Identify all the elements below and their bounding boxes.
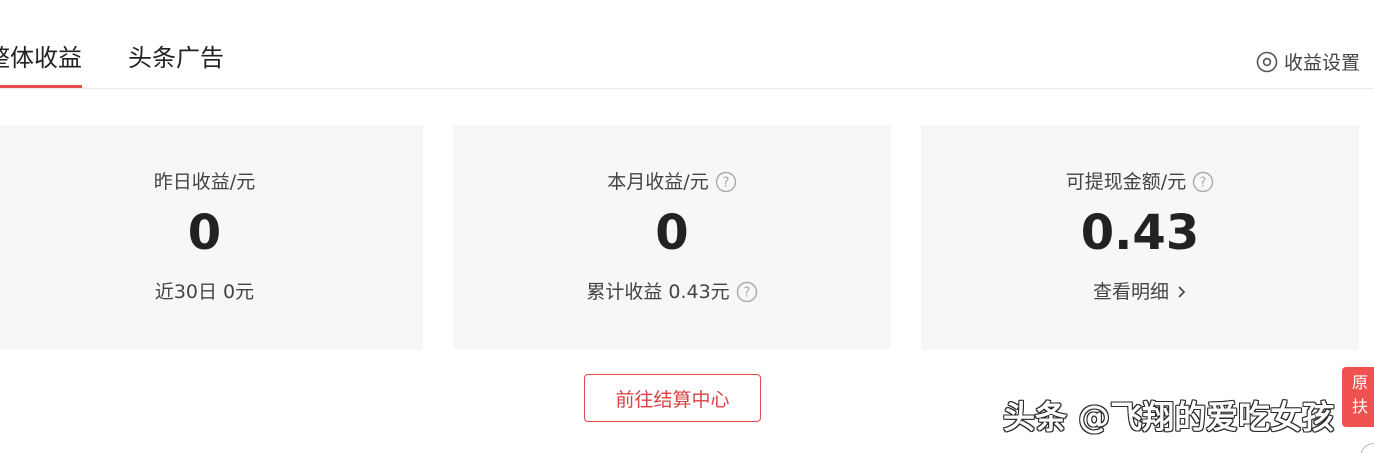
floating-side-tab-line2: 扶	[1352, 397, 1369, 416]
svg-text:?: ?	[743, 286, 750, 301]
question-circle-icon[interactable]: ?	[715, 171, 737, 193]
withdrawable-label: 可提现金额/元 ?	[921, 169, 1359, 195]
view-details-text: 查看明细	[1092, 281, 1169, 303]
month-income-label-text: 本月收益/元	[607, 171, 709, 193]
tab-bar: 整体收益 头条广告 收益设置	[0, 0, 1374, 89]
svg-text:?: ?	[722, 176, 729, 191]
go-to-settlement-button[interactable]: 前往结算中心	[584, 374, 761, 422]
svg-text:?: ?	[1200, 176, 1207, 191]
floating-side-tab-line1: 原	[1352, 373, 1369, 392]
yesterday-income-label-text: 昨日收益/元	[153, 171, 256, 193]
withdrawable-label-text: 可提现金额/元	[1065, 171, 1187, 193]
question-circle-icon[interactable]: ?	[1192, 171, 1214, 193]
tab-toutiao-ads[interactable]: 头条广告	[128, 42, 224, 74]
tab-overall-income[interactable]: 整体收益	[0, 42, 82, 88]
month-income-value: 0	[655, 205, 689, 261]
month-income-label: 本月收益/元 ?	[453, 169, 891, 195]
income-settings-label: 收益设置	[1283, 52, 1360, 74]
last-30-days-income: 近30日 0元	[0, 279, 423, 305]
withdrawable-value: 0.43	[1080, 205, 1200, 261]
income-settings-link[interactable]: 收益设置	[1256, 48, 1360, 75]
question-circle-icon[interactable]: ?	[736, 281, 758, 303]
cumulative-income: 累计收益 0.43元 ?	[453, 279, 891, 305]
floating-side-tab[interactable]: 原 扶	[1342, 367, 1374, 427]
chevron-right-icon	[1177, 284, 1187, 300]
last-30-days-income-text: 近30日 0元	[154, 281, 255, 303]
yesterday-income-value: 0	[187, 205, 222, 261]
cumulative-income-text: 累计收益 0.43元	[586, 281, 730, 303]
withdrawable-card: 可提现金额/元 ? 0.43 查看明细	[921, 125, 1359, 350]
view-details-link[interactable]: 查看明细	[921, 279, 1359, 305]
yesterday-income-card: 昨日收益/元 0 近30日 0元	[0, 125, 423, 350]
watermark: 头条 @飞翔的爱吃女孩	[1003, 398, 1335, 436]
month-income-card: 本月收益/元 ? 0 累计收益 0.43元 ?	[453, 125, 891, 350]
yesterday-income-label: 昨日收益/元	[0, 169, 423, 195]
floating-circle-button[interactable]	[1360, 443, 1374, 453]
settings-circle-icon	[1256, 51, 1278, 72]
income-page: 整体收益 头条广告 收益设置 昨日收益/元 0 近30日 0元 本月收益/元 ?	[0, 0, 1374, 453]
